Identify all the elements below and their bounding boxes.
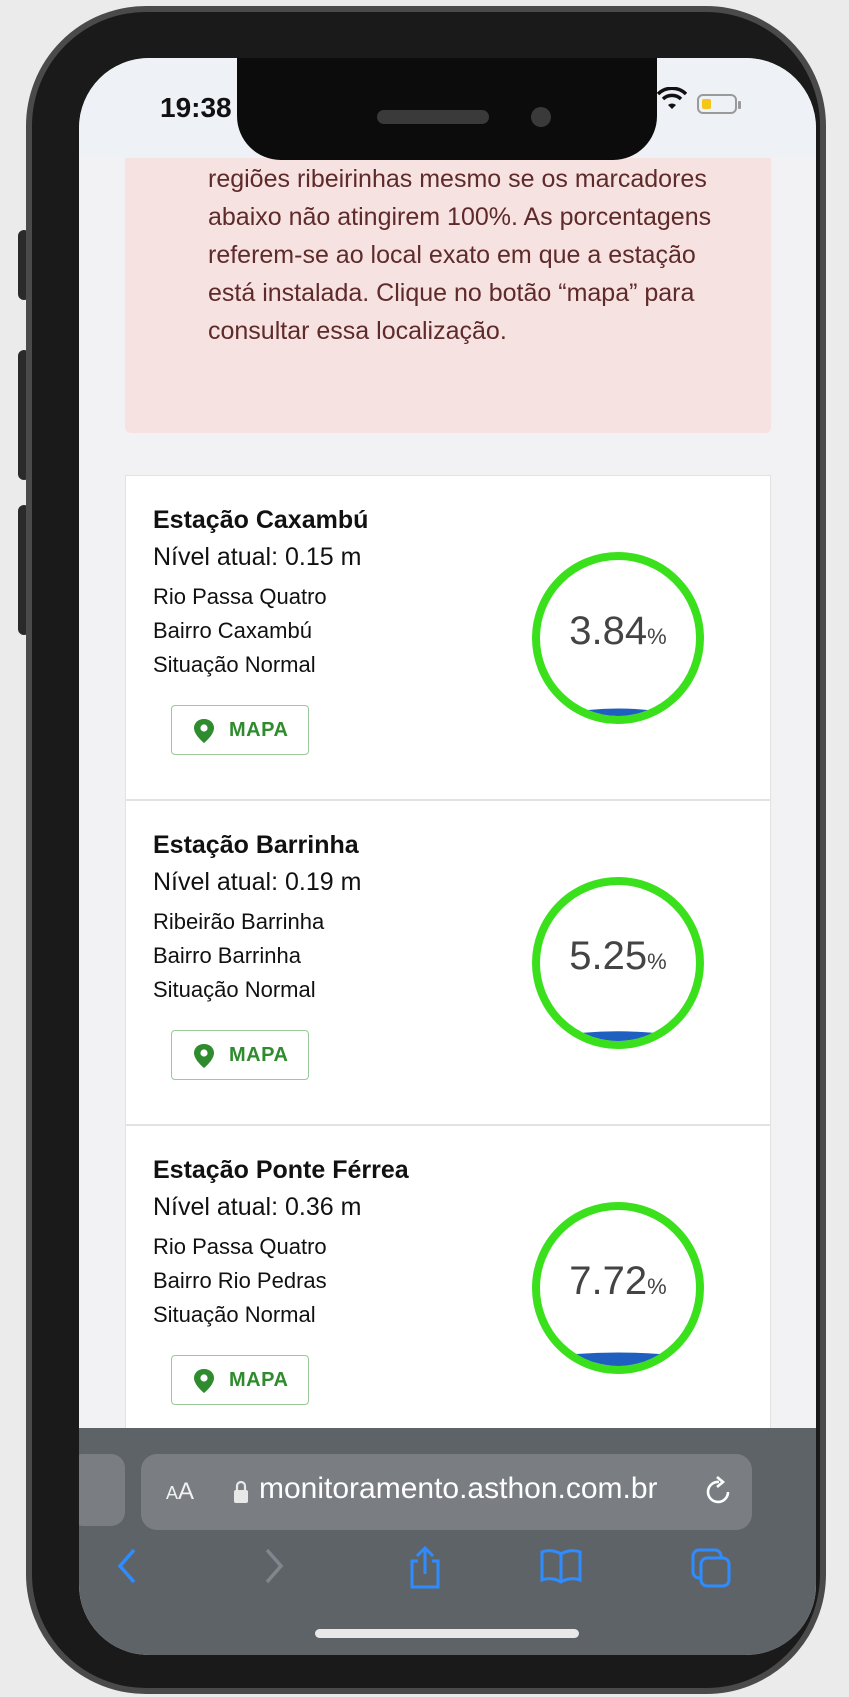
station-situation: Situação Normal [153,977,316,1002]
map-pin-icon [194,1369,214,1393]
map-button-label: MAPA [229,1369,289,1391]
station-neighborhood: Bairro Barrinha [153,943,301,968]
station-river: Rio Passa Quatro [153,1234,327,1259]
aa-large: A [178,1478,195,1505]
tabs-icon[interactable] [689,1546,733,1600]
map-button[interactable]: MAPA [171,1355,309,1405]
gauge-percent: 5.25% [531,934,705,979]
station-name: Estação Caxambú [153,506,369,534]
safari-bottom-bar: AA monitoramento.asthon.com.br [79,1428,816,1655]
gauge-percent: 7.72% [531,1259,705,1304]
safari-toolbar [79,1538,816,1608]
station-level: Nível atual: 0.15 m [153,543,362,571]
wifi-icon [656,86,688,118]
station-level: Nível atual: 0.19 m [153,868,362,896]
address-bar[interactable]: AA monitoramento.asthon.com.br [141,1454,752,1530]
map-pin-icon [194,719,214,743]
battery-tip [738,101,741,109]
reload-icon[interactable] [704,1474,734,1516]
alert-box: regiões ribeirinhas mesmo se os marcador… [125,158,771,433]
speaker-grille [377,110,489,124]
map-button[interactable]: MAPA [171,705,309,755]
previous-tab-preview[interactable] [79,1454,125,1526]
gauge-percent-value: 3.84 [569,609,648,653]
station-name: Estação Ponte Férrea [153,1156,409,1184]
station-situation: Situação Normal [153,652,316,677]
station-river: Ribeirão Barrinha [153,909,325,934]
map-button-label: MAPA [229,1044,289,1066]
front-camera [531,107,551,127]
station-name: Estação Barrinha [153,831,359,859]
gauge-percent-unit: % [647,1274,667,1299]
level-gauge: 3.84% [531,551,705,725]
forward-chevron-icon[interactable] [263,1546,287,1596]
status-time: 19:38 [160,92,232,123]
gauge-percent-value: 7.72 [569,1259,648,1303]
gauge-percent-unit: % [647,624,667,649]
map-button[interactable]: MAPA [171,1030,309,1080]
battery-level [702,99,711,109]
reader-text-size-button[interactable]: AA [166,1478,194,1506]
home-indicator[interactable] [315,1629,579,1638]
share-icon[interactable] [407,1545,443,1600]
url-text[interactable]: monitoramento.asthon.com.br [259,1472,658,1506]
back-chevron-icon[interactable] [114,1546,138,1596]
level-gauge: 5.25% [531,876,705,1050]
gauge-percent-unit: % [647,949,667,974]
station-situation: Situação Normal [153,1302,316,1327]
station-level: Nível atual: 0.36 m [153,1193,362,1221]
phone-notch [237,58,657,160]
station-neighborhood: Bairro Caxambú [153,618,312,643]
battery-icon [697,94,741,114]
phone-screen: 19:38 ▮▮▮ regiões ribeirinhas mesmo se o… [79,58,816,1655]
web-page[interactable]: regiões ribeirinhas mesmo se os marcador… [79,158,816,1428]
station-neighborhood: Bairro Rio Pedras [153,1268,327,1293]
aa-small: A [166,1483,179,1503]
level-gauge: 7.72% [531,1201,705,1375]
map-button-label: MAPA [229,719,289,741]
station-card: Estação Ponte Férrea Nível atual: 0.36 m… [125,1125,771,1428]
station-card: Estação Barrinha Nível atual: 0.19 m Rib… [125,800,771,1125]
station-card: Estação Caxambú Nível atual: 0.15 m Rio … [125,475,771,800]
station-river: Rio Passa Quatro [153,584,327,609]
map-pin-icon [194,1044,214,1068]
alert-text: regiões ribeirinhas mesmo se os marcador… [208,165,712,345]
lock-icon [234,1480,248,1503]
bookmarks-icon[interactable] [539,1546,583,1596]
gauge-percent: 3.84% [531,609,705,654]
gauge-percent-value: 5.25 [569,934,648,978]
